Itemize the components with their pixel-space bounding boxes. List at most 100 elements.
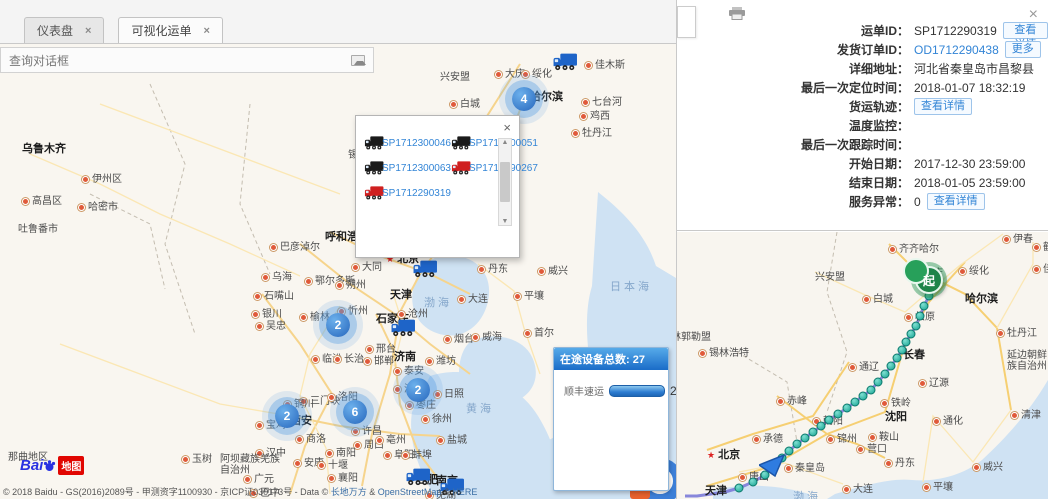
scrollbar-thumb[interactable] <box>500 162 510 202</box>
route-point-marker[interactable] <box>793 440 802 449</box>
main-map[interactable]: 查询对话框 乌鲁木齐伊州区高昌区哈密市吐鲁番市那曲地区玉树兴安盟大庆绥化佳木斯白… <box>0 44 676 499</box>
route-point-marker[interactable] <box>916 312 925 321</box>
shipment-list-item[interactable]: SP1712300063 <box>364 161 451 175</box>
cluster-marker[interactable]: 2 <box>326 313 350 337</box>
route-point-marker[interactable] <box>817 422 826 431</box>
city-name: 长治 <box>344 354 364 365</box>
route-point-marker[interactable] <box>851 398 860 407</box>
baidu-map-badge: 地图 <box>58 456 84 475</box>
city-name: 烟台 <box>454 334 474 345</box>
detail-action-button[interactable]: 查看详情 <box>1003 22 1048 39</box>
print-icon[interactable] <box>729 7 745 20</box>
detail-field-row: 服务异常：0查看详情 <box>677 192 1048 211</box>
cluster-marker[interactable]: 2 <box>275 404 299 428</box>
route-point-marker[interactable] <box>735 484 744 493</box>
city-label: 伊州区 <box>82 174 122 185</box>
city-name: 清津 <box>1021 410 1041 421</box>
city-name: 首尔 <box>534 328 554 339</box>
route-point-marker[interactable] <box>859 392 868 401</box>
route-point-marker[interactable] <box>834 410 843 419</box>
city-name: 七台河 <box>592 97 622 108</box>
route-map[interactable]: 齐齐哈尔伊春鹤岗大庆绥化佳木斯兴安盟白城哈尔滨松原牡丹江锡林郭勒盟锡林浩特长春延… <box>677 232 1048 499</box>
city-label: 白城 <box>863 294 893 305</box>
route-start-marker[interactable]: 起 <box>915 266 943 294</box>
current-position-arrow[interactable] <box>759 455 785 477</box>
city-label: 邯郸 <box>364 356 394 367</box>
city-label: 白城 <box>450 99 480 110</box>
order-id-link[interactable]: OD1712290438 <box>914 43 999 57</box>
collapse-icon[interactable] <box>351 55 365 66</box>
city-label: 平壤 <box>514 291 544 302</box>
route-point-marker[interactable] <box>867 386 876 395</box>
city-label: 通化 <box>933 416 963 427</box>
city-dot-icon <box>538 268 545 275</box>
popup-close-icon[interactable]: × <box>503 120 511 135</box>
field-label: 最后一次跟踪时间： <box>677 136 909 153</box>
field-label: 运单ID： <box>677 22 909 39</box>
detail-action-button[interactable]: 查看详情 <box>914 98 972 115</box>
query-dialog-header[interactable]: 查询对话框 <box>0 47 374 73</box>
route-point-marker[interactable] <box>785 447 794 456</box>
city-label: 威兴 <box>973 462 1003 473</box>
city-dot-icon <box>300 314 307 321</box>
query-dialog-title: 查询对话框 <box>9 52 69 69</box>
shipment-list-item[interactable]: SP1712300046 <box>364 136 451 150</box>
city-label: 盐城 <box>437 435 467 446</box>
carrier-name: 顺丰速运 <box>564 383 604 398</box>
detail-action-button[interactable]: 更多 <box>1005 41 1041 58</box>
shipment-list-item[interactable]: SP1712290319 <box>364 186 451 200</box>
city-label: 泰安 <box>394 366 424 377</box>
detail-action-button[interactable]: 查看详情 <box>927 193 985 210</box>
attribution-link[interactable]: 长地万方 <box>331 487 367 497</box>
city-dot-icon <box>398 311 405 318</box>
cluster-marker[interactable]: 6 <box>343 400 367 424</box>
truck-marker[interactable] <box>553 53 578 71</box>
attribution-link[interactable]: OpenStreetMap <box>378 487 442 497</box>
city-dot-icon <box>256 422 263 429</box>
city-dot-icon <box>582 99 589 106</box>
route-point-marker[interactable] <box>825 416 834 425</box>
tab-close-icon[interactable]: × <box>203 25 209 37</box>
detail-field-row: 开始日期：2017-12-30 23:59:00 <box>677 154 1048 173</box>
route-point-marker[interactable] <box>893 354 902 363</box>
city-label: 伊春 <box>1003 234 1033 245</box>
cluster-marker[interactable]: 2 <box>406 378 430 402</box>
city-name: 平壤 <box>933 482 953 493</box>
detail-field-row: 货运轨迹：查看详情 <box>677 97 1048 116</box>
city-label: 绥化 <box>959 266 989 277</box>
shipment-list-item[interactable]: SP1712300051 <box>451 136 538 150</box>
city-name: 巴彦淖尔 <box>280 242 320 253</box>
truck-marker[interactable] <box>413 260 438 278</box>
scroll-down-icon[interactable]: ▼ <box>502 218 509 225</box>
route-point-marker[interactable] <box>809 428 818 437</box>
tab-dashboard[interactable]: 仪表盘 × <box>24 17 104 43</box>
city-label: 延边朝鲜族自治州 <box>1007 350 1048 372</box>
route-point-marker[interactable] <box>874 378 883 387</box>
cluster-marker[interactable]: 4 <box>512 87 536 111</box>
city-name: 威海 <box>482 332 502 343</box>
truck-marker[interactable] <box>406 468 431 486</box>
shipment-list-item[interactable]: SP1712290267 <box>451 161 538 175</box>
truck-marker[interactable] <box>391 319 416 337</box>
tab-visual-waybill[interactable]: 可视化运单 × <box>118 17 222 43</box>
route-point-marker[interactable] <box>749 478 758 487</box>
tab-close-icon[interactable]: × <box>85 25 91 37</box>
city-name: 丹东 <box>895 458 915 469</box>
city-name: 哈尔滨 <box>965 294 998 305</box>
city-dot-icon <box>312 356 319 363</box>
city-label: 通辽 <box>849 362 879 373</box>
scroll-up-icon[interactable]: ▲ <box>502 139 509 146</box>
route-point-marker[interactable] <box>801 434 810 443</box>
route-point-marker[interactable] <box>920 302 929 311</box>
attribution-link[interactable]: HERE <box>452 487 477 497</box>
city-dot-icon <box>334 356 341 363</box>
route-point-marker[interactable] <box>887 362 896 371</box>
city-dot-icon <box>739 474 746 481</box>
route-point-marker[interactable] <box>881 370 890 379</box>
city-name: 亳州 <box>386 435 406 446</box>
city-label: 牡丹江 <box>572 128 612 139</box>
route-point-marker[interactable] <box>843 404 852 413</box>
city-dot-icon <box>336 282 343 289</box>
popup-scrollbar[interactable]: ▲ ▼ <box>498 138 512 226</box>
city-dot-icon <box>522 71 529 78</box>
